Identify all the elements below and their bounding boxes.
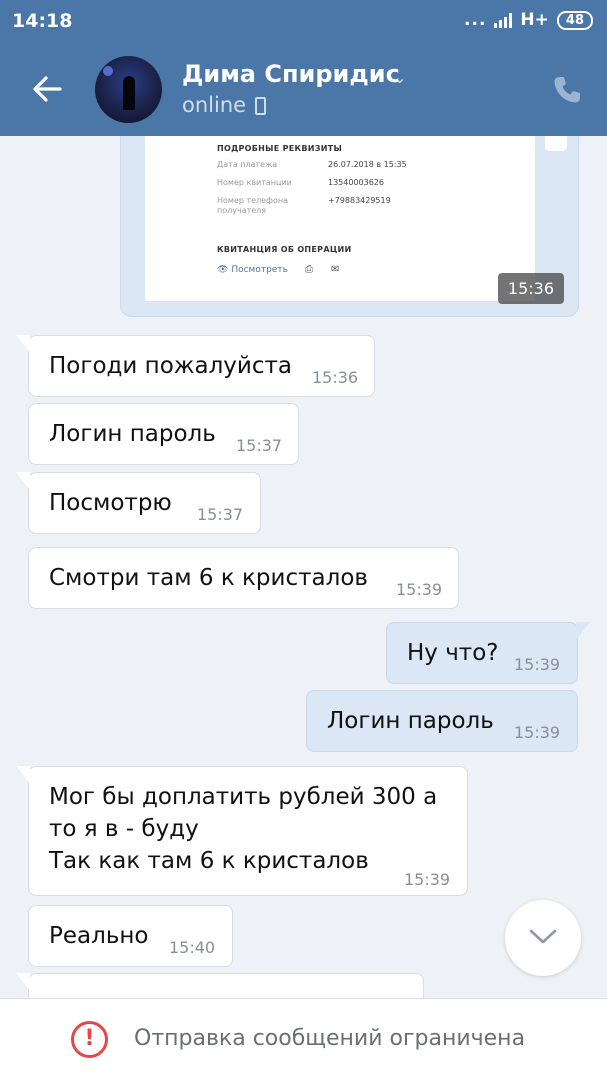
message-text: Мог бы доплатить рублей 300 а то я в - б… xyxy=(49,784,438,874)
message-text: Погоди пожалуйста xyxy=(49,353,293,379)
status-bar: 14:18 ... H+ 48 xyxy=(0,0,607,44)
contact-name[interactable]: Дима Спиридис xyxy=(182,60,400,88)
receipt-value: +79883429519 xyxy=(328,196,391,205)
receipt-view-link: 👁 Посмотреть xyxy=(217,265,288,275)
message-time: 15:39 xyxy=(514,723,561,742)
restriction-text: Отправка сообщений ограничена xyxy=(134,1026,526,1051)
receipt-screenshot[interactable]: ПОДРОБНЫЕ РЕКВИЗИТЫ Дата платежа 26.07.2… xyxy=(145,136,535,301)
battery-icon: 48 xyxy=(556,10,593,30)
restriction-bar: ! Отправка сообщений ограничена xyxy=(0,998,607,1080)
incoming-message[interactable]: Логин пароль 15:37 xyxy=(28,403,299,465)
receipt-value: 13540003626 xyxy=(328,178,384,187)
chevron-down-icon[interactable]: ⌄ xyxy=(393,68,406,87)
message-text: Посмотрю xyxy=(49,490,172,516)
message-time: 15:37 xyxy=(236,436,283,455)
incoming-message-partial[interactable] xyxy=(16,973,424,998)
receipt-label: Номер квитанции xyxy=(217,178,292,187)
receipt-value: 26.07.2018 в 15:35 xyxy=(328,160,407,169)
call-icon[interactable] xyxy=(551,74,583,106)
message-list[interactable]: ПОДРОБНЫЕ РЕКВИЗИТЫ Дата платежа 26.07.2… xyxy=(0,136,607,998)
status-time: 14:18 xyxy=(12,10,73,32)
message-text: Логин пароль xyxy=(327,708,494,734)
incoming-message[interactable]: Реально 15:40 xyxy=(28,905,233,967)
image-message[interactable]: ПОДРОБНЫЕ РЕКВИЗИТЫ Дата платежа 26.07.2… xyxy=(120,136,579,317)
incoming-message[interactable]: Мог бы доплатить рублей 300 а то я в - б… xyxy=(16,766,468,896)
notification-dots: ... xyxy=(464,10,487,30)
message-time: 15:37 xyxy=(197,505,244,524)
scroll-down-button[interactable] xyxy=(505,900,581,976)
mail-icon: ✉ xyxy=(331,264,340,275)
eye-icon: 👁 xyxy=(217,265,229,275)
receipt-heading: ПОДРОБНЫЕ РЕКВИЗИТЫ xyxy=(217,144,343,153)
avatar[interactable] xyxy=(95,56,162,123)
outgoing-message[interactable]: Логин пароль 15:39 xyxy=(306,690,578,752)
message-text: Ну что? xyxy=(407,640,499,666)
contact-status: online xyxy=(182,93,247,117)
message-time: 15:39 xyxy=(396,580,443,599)
mobile-phone-icon xyxy=(255,97,266,115)
message-time: 15:39 xyxy=(404,870,451,889)
message-text: Логин пароль xyxy=(49,421,216,447)
avatar-figure xyxy=(123,76,135,110)
chat-header: Дима Спиридис ⌄ online xyxy=(0,44,607,136)
status-indicators: ... H+ 48 xyxy=(464,10,593,30)
message-time: 15:40 xyxy=(169,938,216,957)
print-icon: ⎙ xyxy=(305,264,313,275)
incoming-message[interactable]: Посмотрю 15:37 xyxy=(16,472,261,534)
receipt-view-label: Посмотреть xyxy=(231,265,288,275)
receipt-heading: КВИТАНЦИЯ ОБ ОПЕРАЦИИ xyxy=(217,245,352,254)
incoming-message[interactable]: Смотри там 6 к кристалов 15:39 xyxy=(28,547,459,609)
outgoing-message[interactable]: Ну что? 15:39 xyxy=(386,622,590,684)
receipt-label: Номер телефона получателя xyxy=(217,196,288,215)
message-text: Реально xyxy=(49,923,149,949)
network-type: H+ xyxy=(520,10,549,30)
receipt-side-strip xyxy=(545,136,567,151)
signal-icon xyxy=(494,12,513,28)
message-time: 15:36 xyxy=(497,273,564,304)
message-time: 15:36 xyxy=(312,368,359,387)
warning-icon: ! xyxy=(71,1021,108,1058)
back-arrow-icon[interactable] xyxy=(30,72,64,106)
avatar-light xyxy=(103,66,113,76)
chevron-down-icon xyxy=(529,929,557,944)
message-time: 15:39 xyxy=(514,655,561,674)
incoming-message[interactable]: Погоди пожалуйста 15:36 xyxy=(16,335,375,397)
receipt-label: Дата платежа xyxy=(217,160,278,169)
message-text: Смотри там 6 к кристалов xyxy=(49,565,368,591)
